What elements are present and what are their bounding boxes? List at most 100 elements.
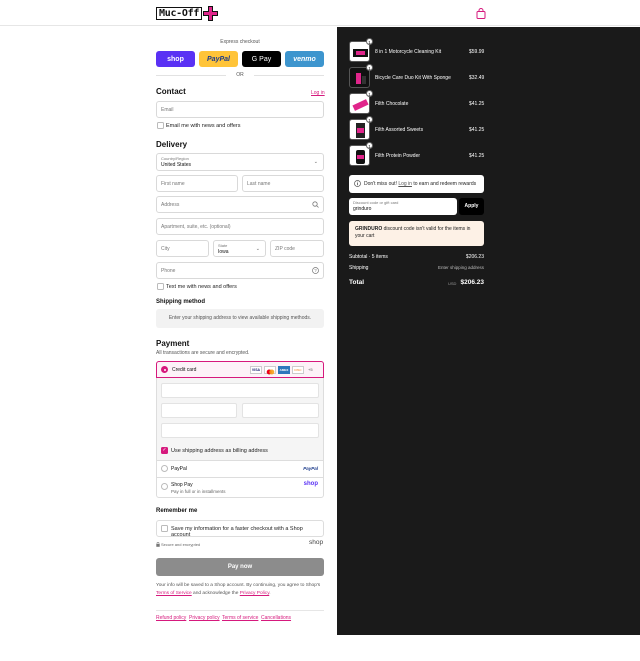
zip-field[interactable]: ZIP code — [270, 240, 324, 257]
security-code-field[interactable] — [242, 403, 319, 418]
zip-placeholder: ZIP code — [275, 246, 295, 252]
last-name-field[interactable]: Last name — [242, 175, 324, 192]
item-price: $41.25 — [469, 127, 485, 133]
delivery-heading: Delivery — [156, 140, 188, 149]
header-bar: Muc-Off — [0, 0, 640, 26]
email-news-label: Email me with news and offers — [166, 123, 241, 129]
remember-box[interactable]: Save my information for a faster checkou… — [156, 520, 324, 538]
secure-text: Secure and encrypted — [161, 542, 201, 547]
paypal-option-label: PayPal — [171, 466, 187, 472]
quantity-badge: 1 — [366, 116, 373, 123]
chevron-down-icon: ⌄ — [313, 159, 318, 165]
svg-text:?: ? — [314, 268, 317, 273]
shop-pay-express-button[interactable]: shop — [156, 51, 195, 67]
paypal-express-button[interactable]: PayPal — [199, 51, 238, 67]
remember-checkbox[interactable] — [161, 525, 168, 532]
remember-label: Save my information for a faster checkou… — [171, 526, 303, 538]
gpay-label: G Pay — [251, 55, 272, 63]
credit-card-label: Credit card — [172, 367, 197, 373]
refund-policy-link[interactable]: Refund policy — [156, 615, 186, 621]
radio-unselected[interactable] — [161, 483, 168, 490]
shipping-method-notice: Enter your shipping address to view avai… — [156, 309, 324, 328]
billing-label: Use shipping address as billing address — [171, 448, 268, 454]
divider — [156, 75, 226, 76]
venmo-express-button[interactable]: venmo — [285, 51, 324, 67]
item-price: $32.49 — [469, 75, 485, 81]
privacy-link[interactable]: Privacy Policy — [240, 591, 270, 596]
country-value: United States — [161, 162, 192, 168]
shipping-label: Shipping — [349, 265, 369, 271]
paypal-option[interactable]: PayPal PayPal — [157, 461, 323, 477]
shop-label: shop — [167, 55, 184, 63]
cancellations-link[interactable]: Cancellations — [261, 615, 291, 621]
cart-item: 1 Filth Assorted Sweets $41.25 — [337, 116, 640, 145]
legal-mid: and acknowledge the — [191, 590, 240, 596]
shopping-bag-icon[interactable] — [476, 8, 486, 19]
divider — [156, 610, 324, 611]
first-name-placeholder: First name — [161, 181, 185, 187]
logo-cross-icon — [203, 6, 219, 21]
express-checkout-title: Express checkout — [220, 39, 260, 45]
billing-checkbox[interactable]: ✓ — [161, 447, 168, 454]
state-value: Iowa — [218, 249, 229, 255]
email-field[interactable]: Email — [156, 101, 324, 118]
item-name: 8 in 1 Motorcycle Cleaning Kit — [375, 49, 442, 55]
terms-of-service-link[interactable]: Terms of service — [222, 615, 258, 621]
country-select[interactable]: Country/Region United States ⌄ — [156, 153, 324, 171]
card-number-field[interactable] — [161, 383, 319, 398]
first-name-field[interactable]: First name — [156, 175, 238, 192]
privacy-policy-link[interactable]: Privacy policy — [189, 615, 220, 621]
rewards-notice-pre: Don't miss out! — [364, 181, 399, 187]
pay-now-button[interactable]: Pay now — [156, 558, 324, 576]
order-summary: 1 8 in 1 Motorcycle Cleaning Kit $59.99 … — [337, 27, 640, 635]
item-name: Filth Chocolate — [375, 101, 409, 107]
text-news-label: Text me with news and offers — [166, 284, 237, 290]
phone-field[interactable]: Phone ? — [156, 262, 324, 279]
muc-off-logo[interactable]: Muc-Off — [156, 6, 219, 21]
address-field[interactable]: Address — [156, 196, 324, 213]
google-pay-express-button[interactable]: G Pay — [242, 51, 281, 67]
card-fields-panel: ✓ Use shipping address as billing addres… — [157, 378, 323, 460]
state-select[interactable]: State Iowa ⌄ — [213, 240, 266, 257]
discover-icon: DISC — [292, 366, 304, 374]
logo-wordmark: Muc-Off — [156, 7, 203, 20]
apply-button[interactable]: Apply — [459, 198, 484, 215]
radio-unselected[interactable] — [161, 465, 168, 472]
lock-icon — [156, 542, 160, 547]
help-icon[interactable]: ? — [312, 267, 319, 274]
text-news-checkbox[interactable] — [157, 283, 164, 290]
cart-item: 1 8 in 1 Motorcycle Cleaning Kit $59.99 — [337, 38, 640, 67]
radio-selected[interactable] — [161, 366, 168, 373]
country-label: Country/Region — [161, 156, 189, 161]
state-label: State — [218, 243, 228, 248]
payment-heading: Payment — [156, 339, 190, 348]
expiration-field[interactable] — [161, 403, 237, 418]
mastercard-icon — [264, 366, 276, 375]
payment-subtitle: All transactions are secure and encrypte… — [156, 350, 250, 356]
address-placeholder: Address — [161, 202, 180, 208]
cart-item: 1 Filth Protein Powder $41.25 — [337, 142, 640, 171]
discount-code-field[interactable]: Discount code or gift card grinduro — [349, 198, 457, 215]
name-on-card-field[interactable] — [161, 423, 319, 438]
apartment-field[interactable]: Apartment, suite, etc. (optional) — [156, 218, 324, 235]
terms-link[interactable]: Terms of Service — [156, 591, 192, 596]
shop-pay-option[interactable]: Shop Pay Pay in full or in installments … — [157, 478, 323, 498]
credit-card-option[interactable]: Credit card VISA AMEX DISC +5 — [156, 361, 324, 378]
rewards-notice: Don't miss out! Log in to earn and redee… — [349, 175, 484, 193]
email-news-checkbox[interactable] — [157, 122, 164, 129]
item-name: Filth Assorted Sweets — [375, 127, 424, 133]
login-link[interactable]: Log in — [311, 90, 325, 96]
item-price: $41.25 — [469, 101, 485, 107]
divider — [254, 75, 324, 76]
discount-error-code: GRINDURO — [355, 226, 383, 232]
cart-item: 1 Bicycle Care Duo Kit With Sponge $32.4… — [337, 64, 640, 93]
city-field[interactable]: City — [156, 240, 209, 257]
subtotal-value: $206.23 — [465, 254, 484, 260]
chevron-down-icon: ⌄ — [255, 246, 260, 252]
last-name-placeholder: Last name — [247, 181, 271, 187]
search-icon — [312, 201, 319, 208]
rewards-login-link[interactable]: Log in — [398, 181, 412, 187]
shop-pay-logo: shop — [303, 481, 318, 487]
legal-end: . — [269, 590, 271, 596]
item-price: $41.25 — [469, 153, 485, 159]
